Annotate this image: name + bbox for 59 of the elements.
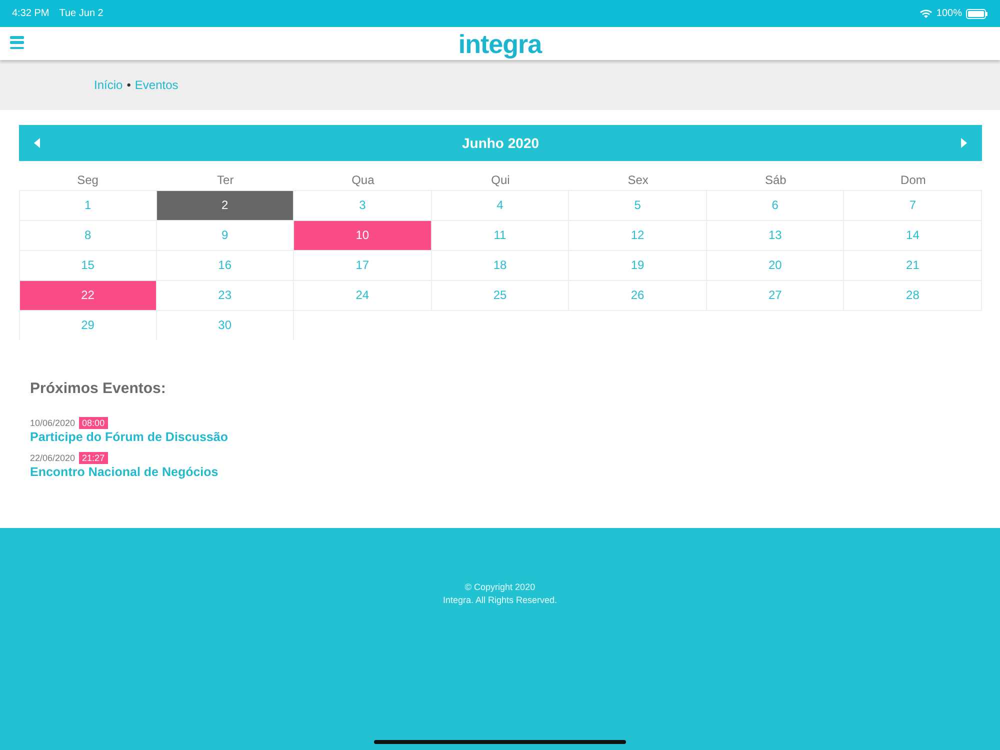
event-link[interactable]: Encontro Nacional de Negócios (30, 465, 982, 479)
calendar-day[interactable]: 21 (844, 250, 982, 280)
breadcrumb-link[interactable]: Eventos (134, 78, 178, 92)
next-month-button[interactable] (960, 138, 968, 148)
calendar-day[interactable]: 17 (294, 250, 432, 280)
previous-month-button[interactable] (33, 138, 41, 148)
upcoming-title: Próximos Eventos: (30, 380, 167, 397)
calendar-day[interactable]: 19 (569, 250, 707, 280)
breadcrumb-link[interactable]: Início (94, 78, 123, 92)
calendar-day[interactable]: 28 (844, 280, 982, 310)
calendar-day[interactable]: 12 (569, 220, 707, 250)
calendar-day[interactable]: 6 (706, 190, 844, 220)
event-date: 22/06/2020 (30, 453, 76, 463)
calendar-day[interactable]: 22 (19, 280, 157, 310)
calendar-title: Junho 2020 (462, 135, 540, 151)
calendar-day[interactable]: 23 (156, 280, 294, 310)
calendar-day[interactable]: 10 (294, 220, 432, 250)
weekday-label: Qua (350, 172, 376, 189)
calendar-day[interactable]: 26 (569, 280, 707, 310)
calendar-day[interactable]: 4 (432, 190, 570, 220)
calendar-day[interactable]: 8 (19, 220, 157, 250)
calendar-day[interactable]: 18 (432, 250, 570, 280)
event-time-badge: 21:27 (79, 452, 108, 464)
calendar-day[interactable]: 20 (706, 250, 844, 280)
wifi-icon (920, 9, 932, 18)
event-date: 10/06/2020 (30, 418, 76, 428)
calendar-day[interactable]: 1 (19, 190, 157, 220)
calendar-day[interactable]: 16 (156, 250, 294, 280)
calendar-day[interactable]: 24 (294, 280, 432, 310)
calendar-day[interactable]: 2 (156, 190, 294, 220)
menu-icon[interactable] (10, 36, 24, 49)
calendar-day[interactable]: 30 (156, 310, 294, 340)
weekday-label: Seg (76, 172, 100, 189)
calendar-day[interactable]: 13 (706, 220, 844, 250)
event-time-badge: 08:00 (79, 417, 108, 429)
status-date: Tue Jun 2 (59, 8, 104, 19)
footer-text: Integra. All Rights Reserved. (442, 594, 558, 607)
weekday-label: Sex (626, 172, 650, 189)
calendar-day[interactable]: 14 (844, 220, 982, 250)
integra-logo: integra (458, 28, 542, 58)
calendar-day[interactable]: 29 (19, 310, 157, 340)
battery-percent: 100% (936, 8, 962, 19)
calendar-day[interactable]: 7 (844, 190, 982, 220)
weekday-label: Sáb (764, 172, 788, 189)
calendar-day[interactable]: 25 (432, 280, 570, 310)
calendar-day[interactable]: 11 (432, 220, 570, 250)
calendar-day[interactable]: 15 (19, 250, 157, 280)
calendar-day[interactable]: 27 (706, 280, 844, 310)
weekday-label: Dom (900, 172, 927, 189)
calendar-day[interactable]: 9 (156, 220, 294, 250)
event-link[interactable]: Participe do Fórum de Discussão (30, 430, 982, 444)
weekday-label: Ter (216, 172, 235, 189)
calendar-day[interactable]: 5 (569, 190, 707, 220)
status-time: 4:32 PM (12, 8, 50, 19)
battery-icon (966, 8, 988, 18)
breadcrumb-separator: • (126, 78, 131, 92)
weekday-label: Qui (490, 172, 511, 189)
footer-text: © Copyright 2020 (464, 581, 536, 594)
calendar-day[interactable]: 3 (294, 190, 432, 220)
